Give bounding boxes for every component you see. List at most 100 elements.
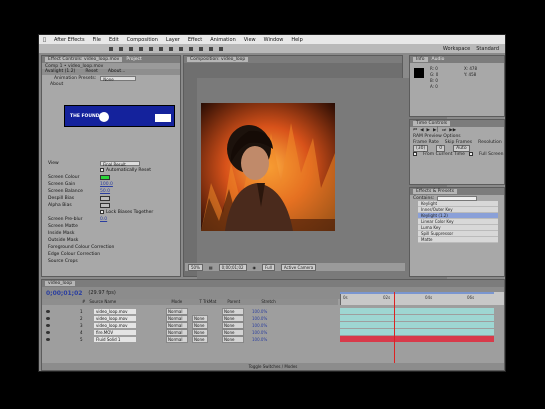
about-link[interactable]: About... (108, 69, 126, 75)
timeline-footer[interactable]: Toggle Switches / Modes (42, 363, 504, 370)
layer-mode-dropdown[interactable]: Normal (166, 314, 188, 322)
rotate-tool-icon[interactable] (139, 46, 143, 51)
zoom-dropdown[interactable]: 50% (188, 263, 203, 271)
current-time-indicator[interactable] (394, 292, 395, 370)
despill-bias-swatch[interactable] (100, 195, 110, 201)
work-area-bar[interactable] (340, 292, 494, 294)
play-icon[interactable]: ▶ (427, 128, 430, 133)
from-current-checkbox[interactable] (413, 152, 417, 156)
layer-row[interactable]: 5 Fluid Solid 1 Normal None None 100.0% (42, 335, 338, 343)
apple-icon[interactable]:  (43, 37, 46, 43)
eye-icon[interactable] (46, 309, 50, 313)
menu-effect[interactable]: Effect (188, 37, 202, 43)
tab-audio[interactable]: Audio (432, 57, 445, 62)
camera-tool-icon[interactable] (149, 46, 153, 51)
effects-search-input[interactable] (437, 195, 478, 201)
layer-mode-dropdown[interactable]: Normal (166, 307, 188, 315)
layer-duration-bar[interactable] (340, 315, 494, 321)
tab-composition[interactable]: Composition: video_loop (187, 57, 249, 62)
camera-dropdown[interactable]: Active Camera (280, 263, 317, 271)
clone-tool-icon[interactable] (209, 46, 213, 51)
group-screen-matte[interactable]: Screen Matte (48, 223, 178, 229)
layer-trkmat-dropdown[interactable]: None (192, 321, 208, 329)
effect-list-item[interactable]: Matte (418, 237, 498, 243)
toggle-switches-modes[interactable]: Toggle Switches / Modes (249, 364, 298, 369)
layer-parent-dropdown[interactable]: None (222, 314, 244, 322)
layer-mode-dropdown[interactable]: Normal (166, 321, 188, 329)
tab-effects-presets[interactable]: Effects & Presets (413, 189, 458, 194)
workspace-selector[interactable]: Workspace Standard (443, 46, 499, 52)
layer-parent-dropdown[interactable]: None (222, 307, 244, 315)
layer-trkmat-dropdown[interactable]: None (192, 335, 208, 343)
screen-balance-value[interactable]: 50.0 (100, 189, 110, 194)
last-frame-icon[interactable]: ⏭ (442, 127, 446, 133)
comp-frame-image[interactable] (201, 103, 335, 231)
lock-biases-checkbox[interactable] (100, 210, 104, 214)
layer-parent-dropdown[interactable]: None (222, 328, 244, 336)
frame-rate-dropdown[interactable]: (30) (413, 144, 429, 152)
layer-name[interactable]: video_loop.mov (94, 322, 136, 328)
text-tool-icon[interactable] (189, 46, 193, 51)
zoom-tool-icon[interactable] (129, 46, 133, 51)
layer-row[interactable]: 2 video_loop.mov Normal None None 100.0% (42, 314, 338, 322)
reset-link[interactable]: Reset (85, 69, 98, 75)
alpha-bias-swatch[interactable] (100, 202, 110, 208)
group-fg-colour-correction[interactable]: Foreground Colour Correction (48, 244, 178, 250)
layer-stretch[interactable]: 100.0% (252, 316, 267, 321)
layer-duration-bar[interactable] (340, 322, 494, 328)
group-inside-mask[interactable]: Inside Mask (48, 230, 178, 236)
layer-parent-dropdown[interactable]: None (222, 335, 244, 343)
layer-row[interactable]: 1 video_loop.mov Normal None 100.0% (42, 307, 338, 315)
mask-tool-icon[interactable] (169, 46, 173, 51)
layer-row[interactable]: 3 video_loop.mov Normal None None 100.0% (42, 321, 338, 329)
menu-animation[interactable]: Animation (210, 37, 236, 43)
eye-icon[interactable] (46, 337, 50, 341)
group-source-crops[interactable]: Source Crops (48, 258, 178, 264)
tab-project[interactable]: Project (126, 57, 141, 62)
prev-frame-icon[interactable]: ◀ (420, 128, 423, 133)
group-outside-mask[interactable]: Outside Mask (48, 237, 178, 243)
col-source-name[interactable]: Source Name (89, 299, 149, 305)
eraser-tool-icon[interactable] (219, 46, 223, 51)
layer-trkmat-dropdown[interactable]: None (192, 314, 208, 322)
ram-preview-icon[interactable]: ▶▶ (449, 128, 456, 133)
skip-field[interactable]: 0 (436, 144, 446, 152)
full-screen-checkbox[interactable] (468, 152, 473, 156)
layer-row[interactable]: 4 fire.MOV Normal None None 100.0% (42, 328, 338, 336)
pen-tool-icon[interactable] (179, 46, 183, 51)
selection-tool-icon[interactable] (109, 46, 113, 51)
resolution-dropdown[interactable]: Auto (453, 144, 470, 152)
layer-stretch[interactable]: 100.0% (252, 330, 267, 335)
tab-time-controls[interactable]: Time Controls (413, 121, 451, 126)
auto-reset-checkbox[interactable] (100, 168, 104, 172)
layer-mode-dropdown[interactable]: Normal (166, 328, 188, 336)
screen-colour-swatch[interactable] (100, 174, 110, 180)
menu-composition[interactable]: Composition (127, 37, 158, 43)
first-frame-icon[interactable]: ⏮ (413, 127, 417, 133)
tab-info[interactable]: Info (413, 57, 428, 62)
layer-stretch[interactable]: 100.0% (252, 323, 267, 328)
tab-timeline[interactable]: video_loop (45, 281, 76, 286)
camera-snapshot-icon[interactable]: ◉ (253, 265, 257, 270)
layer-name[interactable]: video_loop.mov (94, 308, 136, 314)
animation-presets-dropdown[interactable]: None (100, 75, 137, 82)
pan-behind-tool-icon[interactable] (159, 46, 163, 51)
resolution-dropdown[interactable]: Full (262, 263, 275, 271)
layer-duration-bar[interactable] (340, 308, 494, 314)
hand-tool-icon[interactable] (119, 46, 123, 51)
layer-name[interactable]: Fluid Solid 1 (94, 336, 136, 342)
timeline-current-time[interactable]: 0;00;01;02 (46, 290, 82, 297)
next-frame-icon[interactable]: ▶│ (433, 128, 439, 133)
workspace-value[interactable]: Standard (476, 46, 499, 52)
screen-gain-value[interactable]: 100.0 (100, 182, 113, 187)
grid-icon[interactable]: ▦ (209, 265, 213, 270)
tab-effect-controls[interactable]: Effect Controls: video_loop.mov (45, 57, 123, 62)
eye-icon[interactable] (46, 330, 50, 334)
view-dropdown[interactable]: Final Result (100, 160, 140, 167)
layer-duration-bar[interactable] (340, 336, 494, 342)
eye-icon[interactable] (46, 316, 50, 320)
menu-layer[interactable]: Layer (166, 37, 180, 43)
layer-stretch[interactable]: 100.0% (252, 309, 267, 314)
layer-duration-bar[interactable] (340, 329, 494, 335)
screen-preblur-value[interactable]: 0.0 (100, 217, 107, 222)
